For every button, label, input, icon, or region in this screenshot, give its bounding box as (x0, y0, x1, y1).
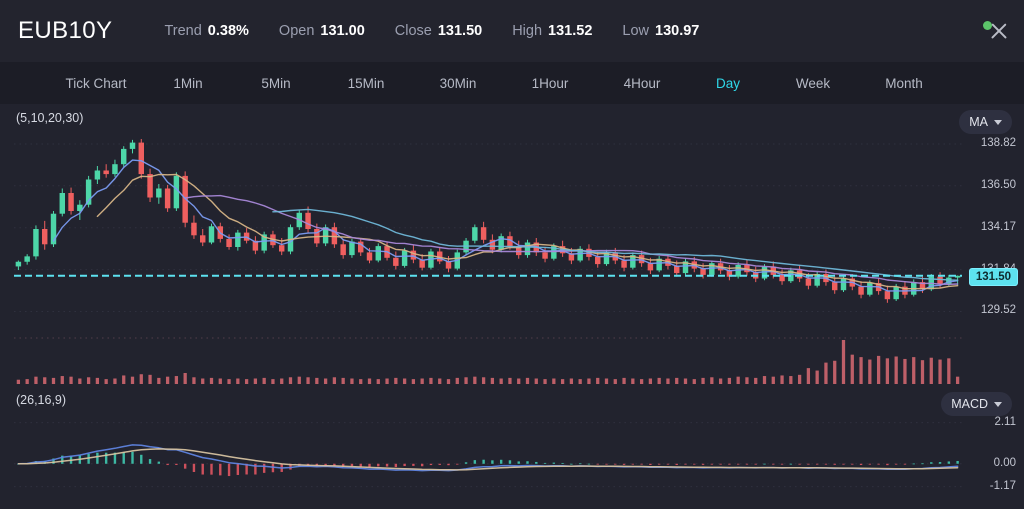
timeframe-tab-month[interactable]: Month (858, 76, 950, 91)
window-header: EUB10Y Trend 0.38% Open 131.00 Close 131.50… (0, 0, 1024, 62)
close-icon[interactable] (988, 20, 1010, 42)
quote-low-value: 130.97 (655, 23, 700, 39)
timeframe-tab-15min[interactable]: 15Min (320, 76, 412, 91)
macd-indicator-button[interactable]: MACD (941, 392, 1012, 416)
macd-axis-tick: 0.00 (993, 456, 1016, 469)
chart-window: EUB10Y Trend 0.38% Open 131.00 Close 131.50… (0, 0, 1024, 509)
timeframe-tab-1min[interactable]: 1Min (144, 76, 232, 91)
quote-close: Close 131.50 (395, 23, 482, 39)
timeframe-tab-day[interactable]: Day (688, 76, 768, 91)
quote-open-value: 131.00 (320, 23, 365, 39)
quote-high-label: High (512, 23, 543, 39)
timeframe-tabs: Tick Chart 1Min 5Min 15Min 30Min 1Hour 4Hour Da… (0, 62, 1024, 104)
quote-high-value: 131.52 (548, 23, 593, 39)
macd-pane: (26,16,9) MACD 2.11 0.00 -1.17 (0, 386, 1024, 509)
current-price-badge: 131.50 (968, 267, 1018, 286)
quote-trend-value: 0.38% (207, 23, 249, 39)
price-axis-tick: 129.52 (980, 304, 1016, 317)
timeframe-tab-5min[interactable]: 5Min (232, 76, 320, 91)
macd-plot[interactable] (0, 386, 1024, 509)
price-axis-tick: 138.82 (980, 137, 1016, 150)
quote-high: High 131.52 (512, 23, 592, 39)
quote-open-label: Open (278, 23, 315, 39)
price-axis-tick: 136.50 (980, 178, 1016, 191)
quote-trend: Trend 0.38% (164, 23, 248, 39)
macd-indicator-label: MACD (951, 397, 988, 411)
timeframe-tab-30min[interactable]: 30Min (412, 76, 504, 91)
quote-close-label: Close (394, 23, 432, 39)
quote-low-label: Low (622, 23, 649, 39)
quote-low: Low 130.97 (622, 23, 699, 39)
quote-open: Open 131.00 (279, 23, 365, 39)
ma-indicator-button[interactable]: MA (959, 110, 1012, 134)
timeframe-tab-tick-chart[interactable]: Tick Chart (48, 76, 144, 91)
ma-indicator-label: MA (969, 115, 988, 129)
timeframe-tab-1hour[interactable]: 1Hour (504, 76, 596, 91)
macd-axis-tick: 2.11 (994, 415, 1016, 428)
header-right-controls (983, 0, 1010, 62)
chevron-down-icon (994, 401, 1002, 407)
candlestick-plot[interactable] (0, 104, 1024, 386)
macd-axis-tick: -1.17 (989, 479, 1016, 492)
symbol-title: EUB10Y (18, 17, 113, 44)
chart-area: (5,10,20,30) MA 138.82136.50134.17131.84… (0, 104, 1024, 509)
timeframe-tab-week[interactable]: Week (768, 76, 858, 91)
quote-close-value: 131.50 (437, 23, 483, 39)
quote-summary: Trend 0.38% Open 131.00 Close 131.50 High 13… (164, 23, 699, 39)
chevron-down-icon (994, 119, 1002, 125)
price-axis-tick: 134.17 (980, 220, 1016, 233)
timeframe-tab-4hour[interactable]: 4Hour (596, 76, 688, 91)
price-pane: (5,10,20,30) MA 138.82136.50134.17131.84… (0, 104, 1024, 386)
quote-trend-label: Trend (164, 23, 202, 39)
